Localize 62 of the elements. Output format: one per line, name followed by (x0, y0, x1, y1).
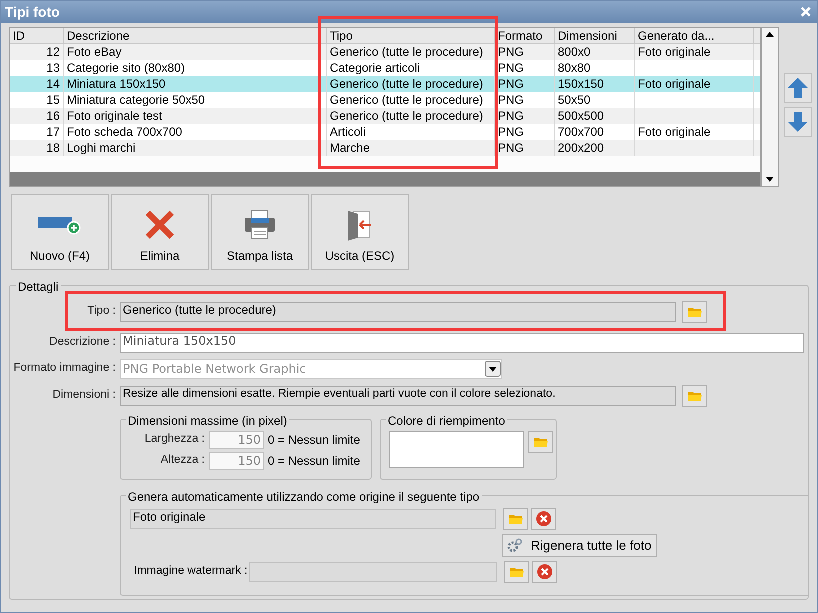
table-cell: 200x200 (555, 140, 635, 156)
close-icon (800, 6, 812, 18)
column-header[interactable]: Descrizione (64, 28, 327, 43)
field-label: Larghezza : (144, 432, 206, 448)
hint-text: 0 = Nessun limite (268, 432, 360, 449)
table-cell: PNG (495, 140, 555, 156)
folder-icon (508, 566, 524, 578)
column-header[interactable]: Generato da... (635, 28, 754, 43)
browse-button[interactable] (528, 431, 553, 453)
folder-icon (686, 390, 702, 402)
resize-mode-field[interactable]: Resize alle dimensioni esatte. Riempie eventuali parti vuote con il colore selezionato. (120, 386, 676, 406)
printer-icon (244, 210, 276, 240)
field-label: Dimensioni : (52, 388, 117, 404)
color-swatch[interactable] (389, 431, 524, 468)
table-row[interactable]: 16 Foto originale test Generico (tutte le procedure) PNG 500x500 (10, 108, 760, 124)
column-header[interactable]: ID (10, 28, 64, 43)
column-header[interactable]: Tipo (327, 28, 495, 43)
delete-icon (145, 210, 175, 240)
clear-button[interactable] (531, 508, 556, 530)
table-cell: Marche (327, 140, 495, 156)
table-row[interactable]: 18 Loghi marchi Marche PNG 200x200 (10, 140, 760, 156)
clear-button[interactable] (532, 561, 557, 583)
field-label: Tipo : (86, 304, 117, 320)
exit-door-icon (346, 209, 374, 241)
close-button[interactable] (799, 5, 813, 19)
column-header[interactable]: Dimensioni (555, 28, 635, 43)
watermark-field[interactable] (249, 562, 497, 582)
column-header[interactable]: Formato (495, 28, 555, 43)
toolbar-button[interactable]: Stampa lista (211, 194, 309, 270)
table-cell: 18 (10, 140, 64, 156)
arrow-down-icon (787, 111, 809, 133)
browse-button[interactable] (682, 301, 707, 323)
field-label: Descrizione : (48, 335, 117, 350)
table-row[interactable]: 12 Foto eBay Generico (tutte le procedure) PNG 800x0 Foto originale (10, 44, 760, 60)
field-label: Altezza : (160, 453, 206, 468)
field-label: Formato immagine : (12, 361, 117, 376)
move-up-button[interactable] (784, 73, 812, 103)
window-title: Tipi foto (5, 2, 60, 22)
type-field[interactable]: Generico (tutte le procedure) (120, 302, 676, 322)
description-field[interactable]: Miniatura 150x150 (120, 333, 804, 353)
regenerate-button[interactable]: Rigenera tutte le foto (502, 534, 657, 557)
scrollbar[interactable] (761, 27, 779, 187)
field-label: Immagine watermark : (133, 564, 246, 580)
table-cell: Loghi marchi (64, 140, 327, 156)
toolbar-button[interactable]: Elimina (111, 194, 209, 270)
number-field[interactable]: 150 (209, 431, 264, 449)
folder-icon (532, 436, 548, 448)
folder-icon (686, 306, 702, 318)
table-row[interactable]: 14 Miniatura 150x150 Generico (tutte le procedure) PNG 150x150 Foto originale (10, 76, 760, 92)
add-icon (38, 215, 82, 235)
arrow-up-icon (787, 77, 809, 99)
gears-icon (507, 538, 523, 554)
source-type-field[interactable]: Foto originale (130, 509, 496, 529)
move-down-button[interactable] (784, 107, 812, 137)
number-field[interactable]: 150 (209, 452, 264, 470)
toolbar-button[interactable]: Nuovo (F4) (11, 194, 109, 270)
folder-icon (508, 513, 524, 525)
browse-button[interactable] (682, 385, 707, 407)
hint-text: 0 = Nessun limite (268, 453, 360, 470)
clear-icon (536, 564, 552, 580)
clear-icon (536, 511, 552, 527)
toolbar-button[interactable]: Uscita (ESC) (311, 194, 409, 270)
